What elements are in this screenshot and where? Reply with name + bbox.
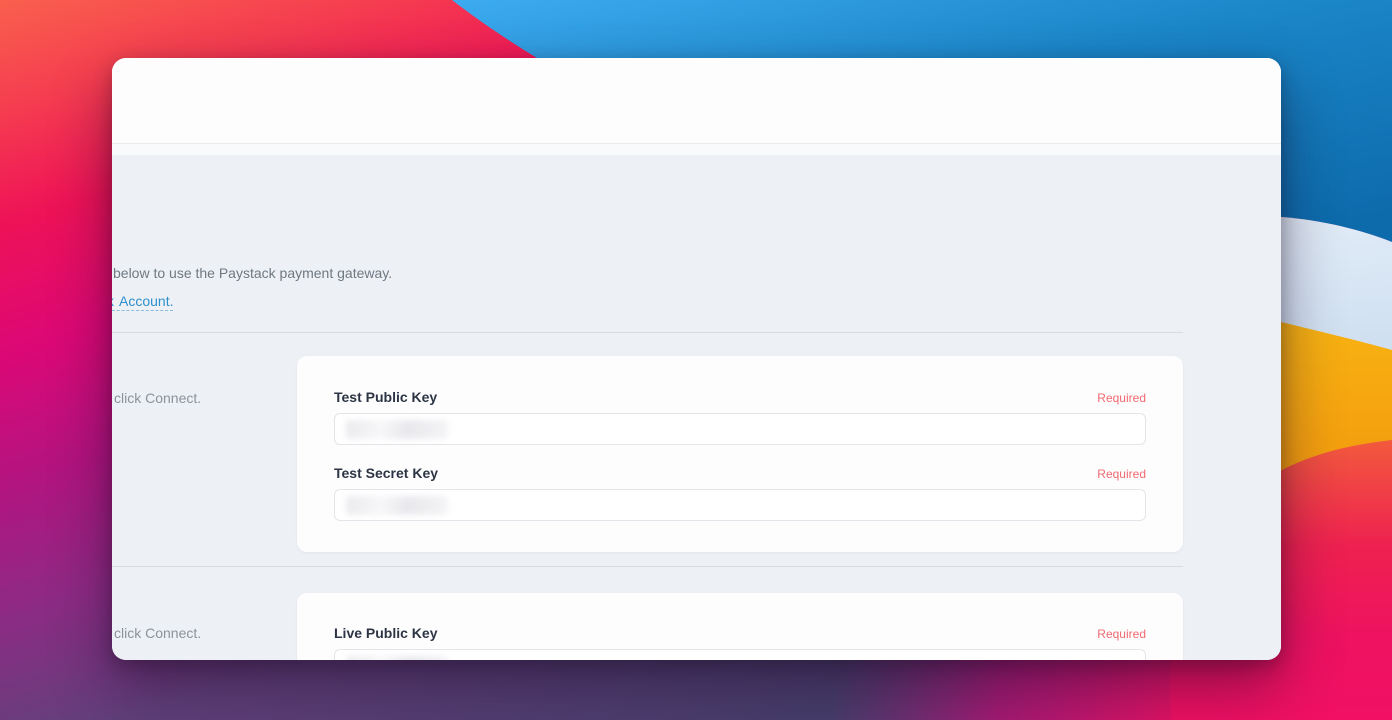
redacted-value bbox=[346, 496, 448, 515]
required-badge: Required bbox=[1097, 391, 1146, 405]
link-clipped-fragment: k bbox=[112, 293, 114, 309]
live-public-key-field: Live Public Key Required bbox=[334, 625, 1146, 660]
test-public-key-field: Test Public Key Required bbox=[334, 389, 1146, 445]
window-toolbar-strip bbox=[112, 143, 1281, 155]
redacted-value bbox=[346, 656, 448, 660]
field-label-row: Test Secret Key Required bbox=[334, 465, 1146, 481]
live-keys-card: Live Public Key Required bbox=[297, 593, 1183, 660]
live-public-key-label: Live Public Key bbox=[334, 625, 438, 641]
account-link-row: k Account. bbox=[112, 292, 1281, 311]
field-label-row: Test Public Key Required bbox=[334, 389, 1146, 405]
required-badge: Required bbox=[1097, 467, 1146, 481]
desktop: below to use the Paystack payment gatewa… bbox=[0, 0, 1392, 720]
live-keys-instruction: click Connect. bbox=[114, 625, 202, 641]
test-secret-key-input[interactable] bbox=[334, 489, 1146, 521]
test-keys-card: Test Public Key Required Test Secret Key… bbox=[297, 356, 1183, 552]
test-public-key-label: Test Public Key bbox=[334, 389, 438, 405]
intro-section: below to use the Paystack payment gatewa… bbox=[112, 265, 1281, 311]
field-label-row: Live Public Key Required bbox=[334, 625, 1146, 641]
required-badge: Required bbox=[1097, 627, 1146, 641]
section-divider bbox=[112, 332, 1183, 333]
live-keys-section: click Connect. Live Public Key Required bbox=[112, 593, 1281, 660]
redacted-value bbox=[346, 420, 448, 439]
live-public-key-input[interactable] bbox=[334, 649, 1146, 660]
test-keys-instruction: click Connect. bbox=[114, 390, 202, 406]
gateway-description: below to use the Paystack payment gatewa… bbox=[113, 265, 393, 281]
window-header bbox=[112, 58, 1281, 143]
test-public-key-input[interactable] bbox=[334, 413, 1146, 445]
section-divider bbox=[112, 566, 1183, 567]
paystack-settings-page: below to use the Paystack payment gatewa… bbox=[112, 155, 1281, 660]
test-secret-key-label: Test Secret Key bbox=[334, 465, 439, 481]
test-secret-key-field: Test Secret Key Required bbox=[334, 465, 1146, 521]
paystack-account-link[interactable]: k Account. bbox=[112, 293, 174, 311]
app-window: below to use the Paystack payment gatewa… bbox=[112, 58, 1281, 660]
link-label: Account. bbox=[119, 293, 174, 309]
test-keys-section: click Connect. Test Public Key Required bbox=[112, 356, 1281, 552]
